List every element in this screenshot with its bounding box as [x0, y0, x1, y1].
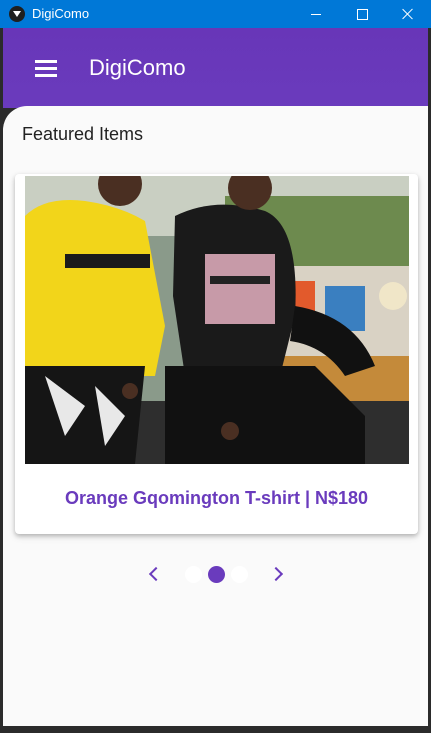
hamburger-menu-icon[interactable]: [35, 60, 57, 77]
maximize-button[interactable]: [339, 0, 385, 28]
carousel-dot[interactable]: [185, 566, 202, 583]
app-bar: DigiComo: [3, 28, 428, 108]
app-title: DigiComo: [89, 55, 186, 80]
window-bottom-edge: [3, 726, 428, 733]
carousel-dot-active[interactable]: [208, 566, 225, 583]
maximize-icon: [356, 8, 368, 20]
minimize-button[interactable]: [293, 0, 339, 28]
app-icon: [9, 6, 25, 22]
app-window: DigiComo DigiComo Featured Items Orange …: [0, 0, 431, 733]
minimize-icon: [311, 13, 321, 15]
featured-item-card[interactable]: Orange Gqomington T-shirt | N$180: [15, 174, 418, 534]
item-caption[interactable]: Orange Gqomington T-shirt | N$180: [15, 488, 418, 509]
window-titlebar[interactable]: DigiComo: [0, 0, 431, 28]
main-content: Featured Items Orange Gqomington T-shirt…: [3, 106, 428, 726]
chevron-right-icon[interactable]: [268, 566, 284, 582]
close-button[interactable]: [385, 0, 431, 28]
close-icon: [402, 8, 414, 20]
section-title: Featured Items: [22, 124, 144, 144]
carousel-pager: [3, 561, 428, 591]
chevron-left-icon[interactable]: [148, 566, 164, 582]
product-photo: [25, 176, 409, 464]
carousel-dot[interactable]: [231, 566, 248, 583]
window-title: DigiComo: [32, 6, 90, 21]
